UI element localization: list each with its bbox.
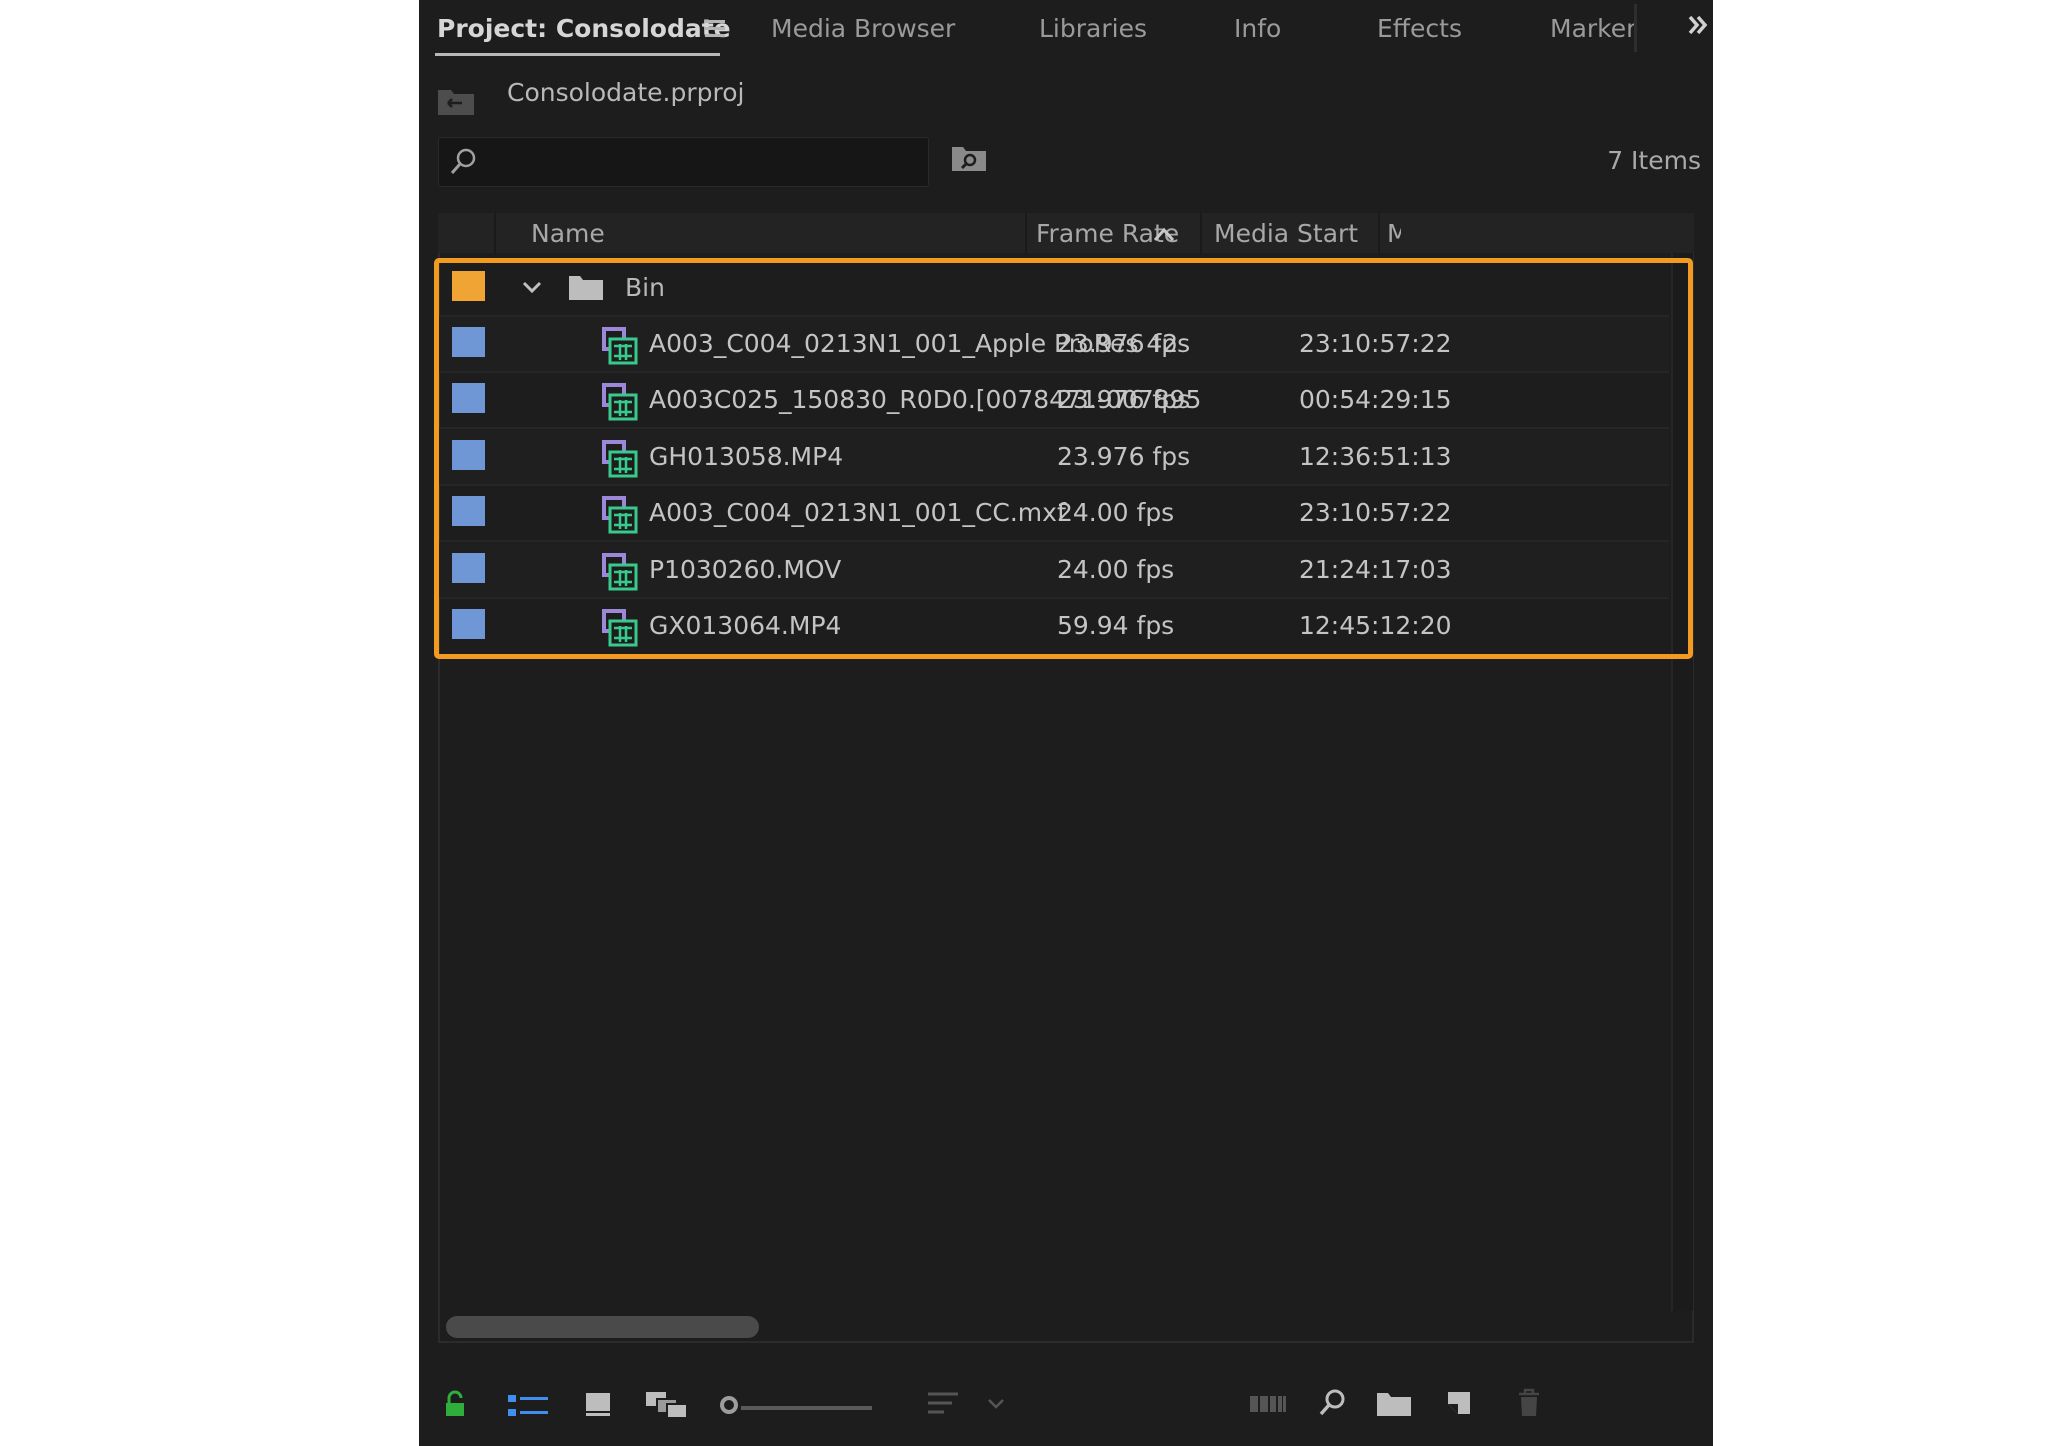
folder-up-icon[interactable]: [437, 86, 475, 116]
new-search-bin-icon[interactable]: [951, 144, 987, 172]
header-separator: [494, 213, 496, 253]
highlight-box: [434, 258, 1693, 659]
new-item-icon[interactable]: [1446, 1390, 1472, 1416]
freeform-view-icon[interactable]: [645, 1391, 689, 1419]
tab-libraries[interactable]: Libraries: [1039, 10, 1147, 48]
trash-icon[interactable]: [1517, 1388, 1541, 1418]
zoom-slider-track[interactable]: [741, 1406, 872, 1410]
zoom-slider-handle[interactable]: [720, 1396, 738, 1414]
find-icon[interactable]: [1317, 1388, 1347, 1418]
double-chevron-right-icon[interactable]: [1687, 14, 1709, 36]
header-separator: [1025, 213, 1027, 253]
active-tab-underline: [435, 53, 720, 56]
search-input[interactable]: [438, 137, 929, 187]
column-name[interactable]: Name: [531, 219, 605, 248]
search-field[interactable]: [485, 144, 919, 180]
icon-view-icon[interactable]: [585, 1392, 611, 1418]
chevron-down-icon[interactable]: [987, 1398, 1005, 1410]
list-view-icon[interactable]: [508, 1394, 548, 1418]
lock-icon[interactable]: [443, 1390, 467, 1418]
column-truncated[interactable]: M: [1387, 219, 1401, 248]
tab-markers[interactable]: Marker:: [1550, 10, 1636, 48]
tab-separator: [1634, 4, 1637, 52]
new-bin-icon[interactable]: [1376, 1391, 1412, 1417]
column-header: Name Frame Rate Media Start M: [438, 213, 1694, 253]
tab-effects[interactable]: Effects: [1377, 10, 1462, 48]
tab-project[interactable]: Project: Consolodate: [437, 10, 731, 48]
project-panel: Project: Consolodate Media Browser Libra…: [419, 0, 1713, 1446]
items-count: 7 Items: [1607, 146, 1701, 175]
automate-to-sequence-icon[interactable]: [1250, 1394, 1286, 1414]
project-file-name: Consolodate.prproj: [507, 78, 744, 107]
tab-media-browser[interactable]: Media Browser: [771, 10, 955, 48]
tab-info[interactable]: Info: [1234, 10, 1281, 48]
search-icon: [449, 147, 479, 177]
horizontal-scrollbar-thumb[interactable]: [446, 1316, 759, 1338]
sort-icon[interactable]: [926, 1390, 960, 1418]
panel-menu-icon[interactable]: [705, 18, 725, 38]
header-separator: [1200, 213, 1202, 253]
column-media-start[interactable]: Media Start: [1214, 219, 1358, 248]
header-separator: [1378, 213, 1380, 253]
sort-ascending-icon[interactable]: [1152, 225, 1176, 243]
